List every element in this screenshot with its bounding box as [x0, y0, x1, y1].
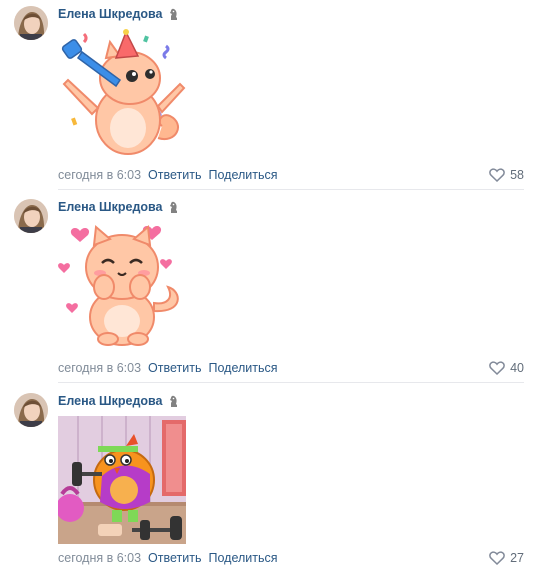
- like-count: 27: [510, 551, 524, 565]
- reply-button[interactable]: Ответить: [148, 551, 201, 565]
- comment-time[interactable]: сегодня в 6:03: [58, 551, 141, 565]
- divider: [58, 382, 524, 383]
- avatar[interactable]: [14, 6, 48, 40]
- shy-cat-hearts-sticker[interactable]: [58, 221, 186, 349]
- knight-badge-icon: [169, 201, 177, 213]
- comment-item: Елена Шкредова сегодня в 6:03 Ответить П…: [0, 0, 540, 190]
- reply-button[interactable]: Ответить: [148, 361, 201, 375]
- author-name[interactable]: Елена Шкредова: [58, 200, 163, 214]
- avatar[interactable]: [14, 393, 48, 427]
- comment-time[interactable]: сегодня в 6:03: [58, 168, 141, 182]
- like-button[interactable]: 58: [489, 167, 524, 183]
- avatar[interactable]: [14, 199, 48, 233]
- party-cat-sticker[interactable]: [58, 28, 186, 156]
- like-count: 40: [510, 361, 524, 375]
- share-button[interactable]: Поделиться: [208, 361, 277, 375]
- knight-badge-icon: [169, 395, 177, 407]
- comment-item: Елена Шкредова сегодня в 6:03 Ответить П…: [0, 387, 540, 579]
- knight-badge-icon: [169, 8, 177, 20]
- author-name[interactable]: Елена Шкредова: [58, 7, 163, 21]
- reply-button[interactable]: Ответить: [148, 168, 201, 182]
- share-button[interactable]: Поделиться: [208, 551, 277, 565]
- share-button[interactable]: Поделиться: [208, 168, 277, 182]
- like-button[interactable]: 27: [489, 550, 524, 566]
- heart-icon: [489, 168, 505, 182]
- like-count: 58: [510, 168, 524, 182]
- divider: [58, 189, 524, 190]
- like-button[interactable]: 40: [489, 360, 524, 376]
- heart-icon: [489, 551, 505, 565]
- author-name[interactable]: Елена Шкредова: [58, 394, 163, 408]
- comment-time[interactable]: сегодня в 6:03: [58, 361, 141, 375]
- bird-dumbbells-sticker[interactable]: [56, 416, 186, 544]
- heart-icon: [489, 361, 505, 375]
- comments-feed: Елена Шкредова сегодня в 6:03 Ответить П…: [0, 0, 540, 579]
- comment-item: Елена Шкредова сегодня в 6:03 Ответить П…: [0, 193, 540, 383]
